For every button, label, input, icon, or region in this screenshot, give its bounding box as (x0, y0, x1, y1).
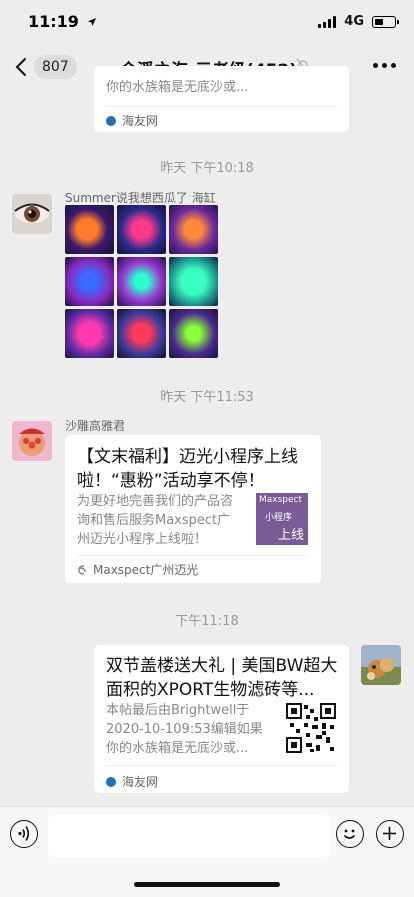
grid-image (65, 309, 114, 358)
link-card-desc: 为更好地完善我们的产品咨询和售后服务Maxspect广州迈光小程序上线啦！ (77, 494, 234, 547)
partial-card-desc: 你的水族箱是无底沙或... (106, 80, 249, 95)
sender-name: 沙雕高雅君 (65, 419, 126, 433)
avatar[interactable] (12, 421, 52, 461)
message-input[interactable] (48, 815, 330, 857)
link-card-title: 【文末福利】迈光小程序上线啦！“惠粉”活动享不停！ (77, 447, 298, 491)
timestamp: 昨天 下午10:18 (160, 161, 254, 176)
grid-image (169, 257, 218, 306)
status-time: 11:19 (28, 12, 97, 31)
unread-count-badge[interactable]: 807 (34, 55, 77, 79)
grid-image (169, 205, 218, 254)
card-source: 海友网 (122, 114, 159, 128)
image-message[interactable] (65, 205, 218, 358)
signal-icon (318, 15, 337, 28)
link-card-desc: 本帖最后由Brightwell于2020-10-109:53编辑如果你的水族箱是… (106, 703, 263, 756)
card-source: Maxspect广州迈光 (93, 563, 199, 577)
status-indicators: 4G (318, 14, 399, 29)
grid-image (169, 309, 218, 358)
voice-icon[interactable] (10, 820, 38, 848)
link-card-thumbnail: Maxspect 小程序 上线 (256, 493, 308, 545)
miniprogram-icon (78, 564, 86, 575)
network-type: 4G (344, 14, 364, 29)
location-arrow-icon (87, 18, 96, 26)
emoji-icon[interactable] (336, 820, 364, 848)
sender-name: Summer说我想西瓜了 海缸 (65, 191, 216, 205)
avatar[interactable] (12, 194, 52, 234)
card-source: 海友网 (122, 775, 159, 789)
grid-image (65, 257, 114, 306)
source-logo-icon (106, 776, 116, 787)
self-avatar[interactable] (361, 645, 401, 685)
qr-code-thumbnail (286, 703, 336, 753)
partial-link-card[interactable]: 你的水族箱是无底沙或... 海友网 (94, 66, 349, 132)
link-card-title: 双节盖楼送大礼 | 美国BW超大面积的XPORT生物滤砖等... (106, 656, 338, 700)
plus-icon[interactable] (376, 820, 404, 848)
battery-icon (372, 15, 399, 28)
source-logo-icon (106, 115, 116, 126)
grid-image (65, 205, 114, 254)
more-icon[interactable] (373, 63, 396, 68)
chevron-left-icon[interactable] (12, 56, 32, 76)
link-card[interactable]: 【文末福利】迈光小程序上线啦！“惠粉”活动享不停！ 为更好地完善我们的产品咨询和… (65, 435, 321, 583)
link-card[interactable]: 双节盖楼送大礼 | 美国BW超大面积的XPORT生物滤砖等... 本帖最后由Br… (94, 645, 349, 793)
grid-image (117, 205, 166, 254)
grid-image (117, 309, 166, 358)
home-indicator (134, 882, 280, 887)
timestamp: 昨天 下午11:53 (160, 390, 254, 405)
grid-image (117, 257, 166, 306)
timestamp: 下午11:18 (175, 614, 239, 629)
